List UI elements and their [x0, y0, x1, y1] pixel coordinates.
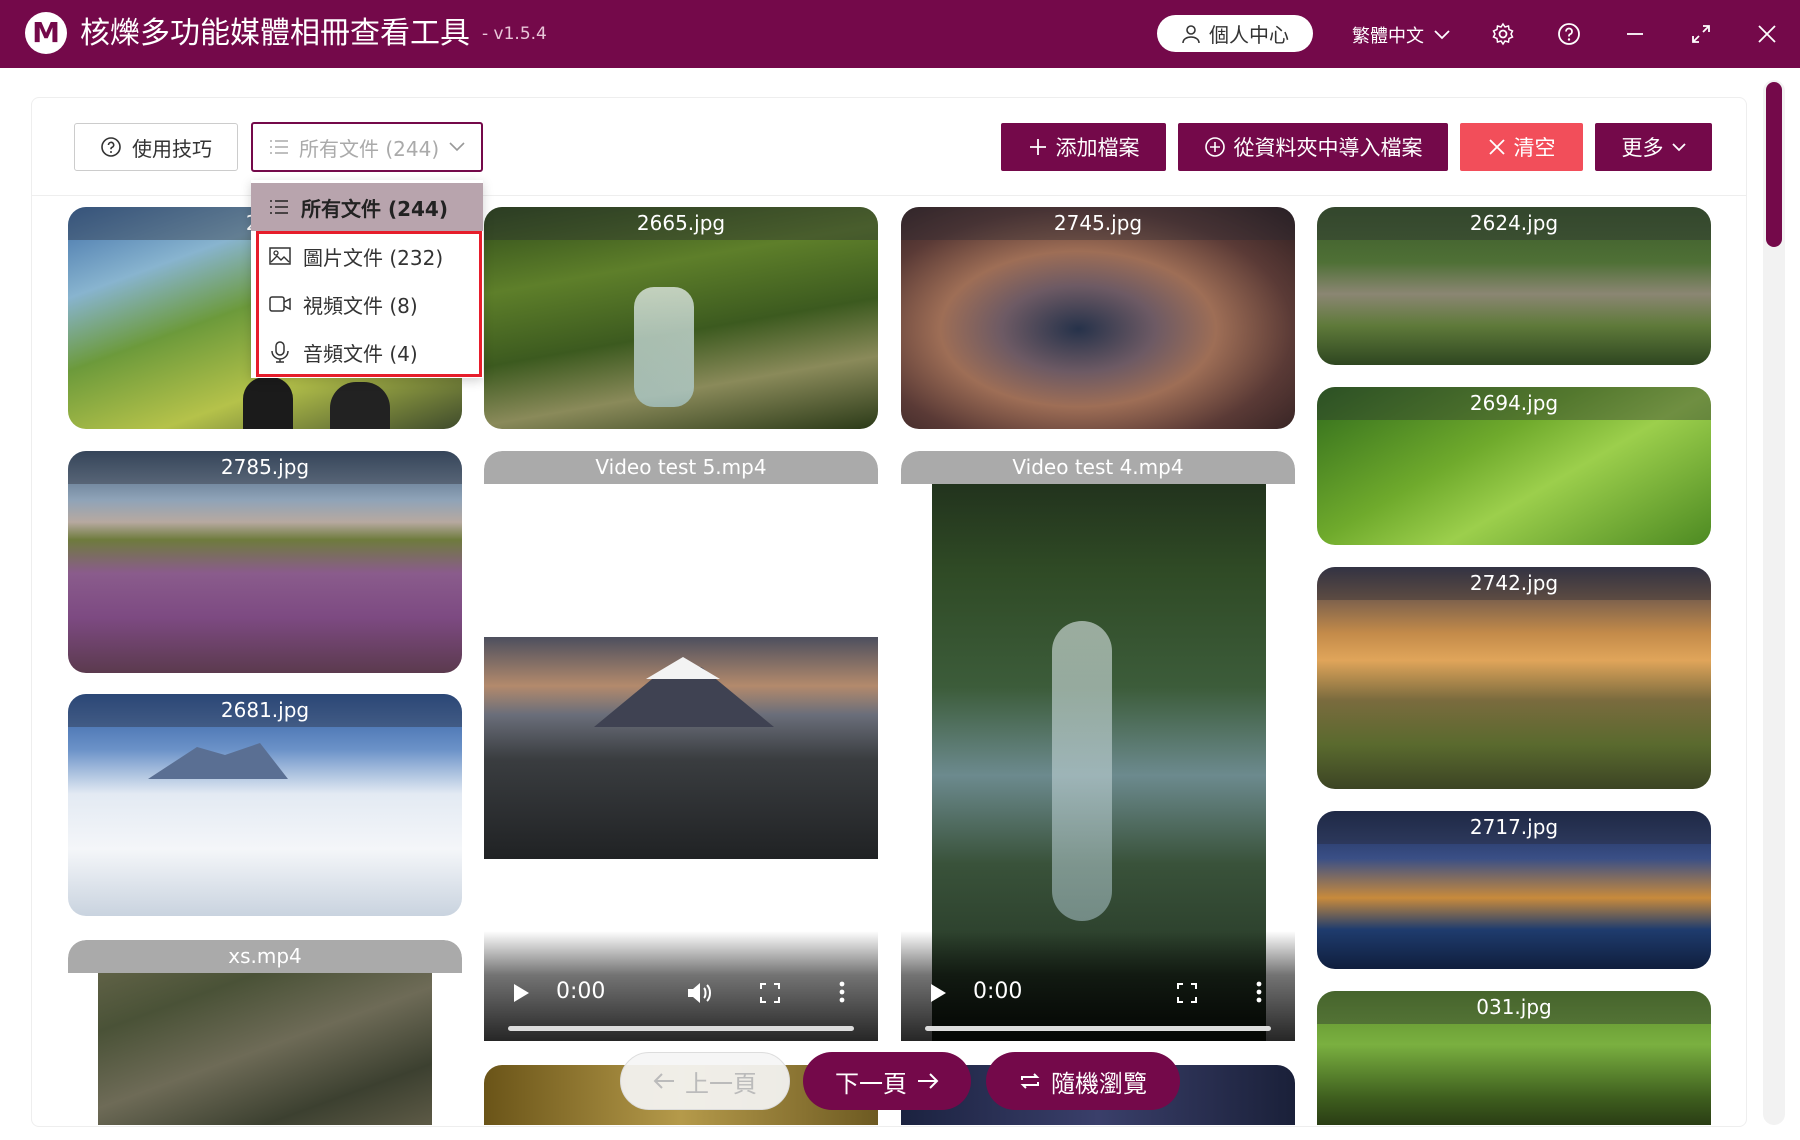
import-folder-button[interactable]: 從資料夾中導入檔案	[1178, 123, 1448, 171]
video-icon	[269, 295, 291, 313]
menu-item-images[interactable]: 圖片文件 (232)	[251, 232, 483, 280]
add-file-button[interactable]: 添加檔案	[1001, 123, 1166, 171]
media-label: 2624.jpg	[1317, 207, 1711, 240]
title-bar: M 核爍多功能媒體相冊查看工具 - v1.5.4 個人中心 繁體中文	[0, 0, 1800, 68]
media-label: 2694.jpg	[1317, 387, 1711, 420]
import-folder-label: 從資料夾中導入檔案	[1233, 136, 1423, 160]
media-label: Video test 5.mp4	[484, 451, 878, 484]
play-icon[interactable]	[512, 983, 530, 1003]
fullscreen-icon[interactable]	[760, 983, 780, 1003]
prev-page-label: 上一頁	[685, 1069, 757, 1098]
account-button[interactable]: 個人中心	[1157, 15, 1313, 52]
more-label: 更多	[1621, 136, 1664, 160]
menu-item-all-files[interactable]: 所有文件 (244)	[251, 183, 483, 231]
media-card[interactable]: 2742.jpg	[1317, 567, 1711, 789]
help-circle-icon	[100, 136, 122, 158]
media-label: Video test 4.mp4	[1012, 455, 1184, 479]
list-icon	[269, 138, 289, 156]
app-title: 核爍多功能媒體相冊查看工具	[80, 16, 470, 51]
add-file-label: 添加檔案	[1055, 136, 1140, 160]
tips-label: 使用技巧	[132, 136, 212, 161]
filter-placeholder: 所有文件 (244)	[299, 136, 440, 161]
menu-item-audio[interactable]: 音頻文件 (4)	[251, 328, 483, 376]
menu-item-label: 所有文件 (244)	[301, 196, 448, 221]
video-controls: 0:00	[901, 931, 1295, 1041]
close-icon	[1488, 138, 1506, 156]
chevron-down-icon	[449, 142, 465, 152]
video-controls: 0:00	[484, 931, 878, 1041]
minimize-icon[interactable]	[1619, 18, 1651, 50]
language-label: 繁體中文	[1352, 26, 1424, 47]
media-label: 2681.jpg	[68, 694, 462, 727]
media-card[interactable]: 2745.jpg	[901, 207, 1295, 429]
menu-item-label: 音頻文件 (4)	[303, 341, 418, 366]
media-card[interactable]: 2681.jpg	[68, 694, 462, 916]
media-card[interactable]: 2785.jpg	[68, 451, 462, 673]
more-vertical-icon[interactable]	[1256, 981, 1262, 1003]
video-progress-bar[interactable]	[925, 1026, 1271, 1031]
language-select[interactable]: 繁體中文	[1352, 22, 1450, 48]
play-icon[interactable]	[929, 983, 947, 1003]
next-page-button[interactable]: 下一頁	[803, 1052, 971, 1110]
file-type-filter[interactable]: 所有文件 (244)	[251, 122, 483, 172]
plus-icon	[1028, 137, 1048, 157]
user-icon	[1181, 24, 1201, 44]
media-label: 2665.jpg	[484, 207, 878, 240]
tips-button[interactable]: 使用技巧	[74, 123, 238, 171]
volume-icon[interactable]	[686, 981, 712, 1005]
arrow-right-icon	[917, 1072, 939, 1090]
maximize-icon[interactable]	[1685, 18, 1717, 50]
more-button[interactable]: 更多	[1595, 123, 1712, 171]
video-time: 0:00	[973, 979, 1023, 1004]
media-label: 2742.jpg	[1317, 567, 1711, 600]
menu-item-label: 視頻文件 (8)	[303, 293, 418, 318]
media-label: xs.mp4	[228, 944, 302, 968]
menu-item-label: 圖片文件 (232)	[303, 245, 444, 270]
repeat-icon	[1019, 1071, 1041, 1091]
media-card[interactable]: 2694.jpg	[1317, 387, 1711, 545]
clear-button[interactable]: 清空	[1460, 123, 1583, 171]
next-page-label: 下一頁	[835, 1069, 907, 1098]
media-label: 2745.jpg	[901, 207, 1295, 240]
media-label: 2785.jpg	[68, 451, 462, 484]
media-card[interactable]: 2665.jpg	[484, 207, 878, 429]
video-time: 0:00	[556, 979, 606, 1004]
gear-icon[interactable]	[1487, 18, 1519, 50]
video-player[interactable]: Video test 4.mp4 0:00	[901, 451, 1295, 1041]
random-browse-label: 隨機瀏覽	[1051, 1069, 1147, 1098]
arrow-left-icon	[653, 1072, 675, 1090]
video-progress-bar[interactable]	[508, 1026, 854, 1031]
microphone-icon	[269, 341, 291, 363]
clear-label: 清空	[1513, 136, 1556, 160]
media-label: 031.jpg	[1317, 991, 1711, 1024]
menu-item-videos[interactable]: 視頻文件 (8)	[251, 280, 483, 328]
close-icon[interactable]	[1751, 18, 1783, 50]
image-icon	[269, 247, 291, 265]
random-browse-button[interactable]: 隨機瀏覽	[986, 1052, 1180, 1110]
prev-page-button[interactable]: 上一頁	[620, 1052, 790, 1110]
media-card[interactable]: 2717.jpg	[1317, 811, 1711, 969]
plus-circle-icon	[1204, 136, 1226, 158]
video-card[interactable]: xs.mp4	[68, 940, 462, 1125]
app-version: - v1.5.4	[482, 24, 547, 44]
file-type-menu: 所有文件 (244) 圖片文件 (232) 視頻文件 (8) 音頻文件 (4)	[251, 180, 483, 378]
chevron-down-icon	[1671, 142, 1686, 152]
media-card[interactable]: 2624.jpg	[1317, 207, 1711, 365]
video-player[interactable]: Video test 5.mp4 0:00	[484, 451, 878, 1041]
chevron-down-icon	[1434, 30, 1450, 40]
help-icon[interactable]	[1553, 18, 1585, 50]
scrollbar-thumb[interactable]	[1766, 82, 1782, 247]
media-label: 2717.jpg	[1317, 811, 1711, 844]
list-icon	[269, 198, 289, 216]
account-label: 個人中心	[1209, 23, 1289, 47]
app-logo: M	[25, 12, 67, 54]
media-card[interactable]: 031.jpg	[1317, 991, 1711, 1125]
fullscreen-icon[interactable]	[1177, 983, 1197, 1003]
more-vertical-icon[interactable]	[839, 981, 845, 1003]
